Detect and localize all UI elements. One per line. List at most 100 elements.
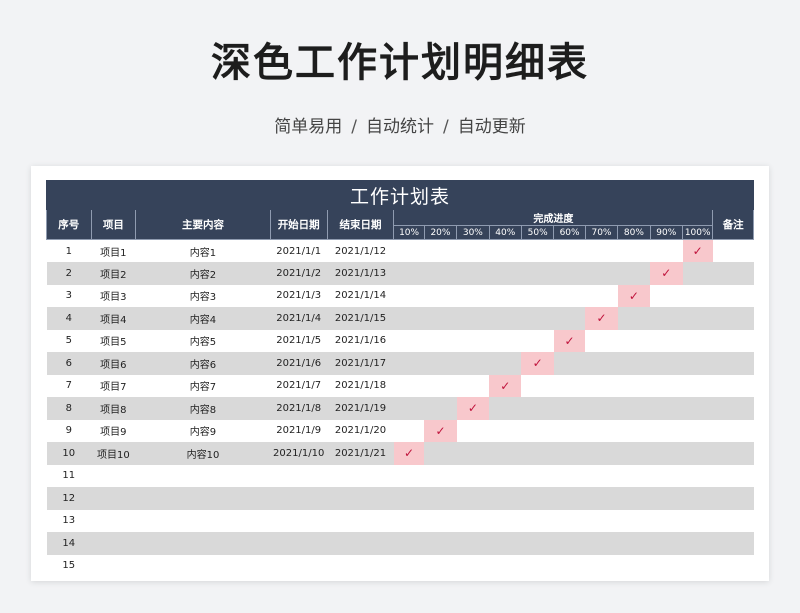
cell-progress[interactable] xyxy=(650,532,683,555)
cell-project[interactable]: 项目4 xyxy=(91,307,136,330)
cell-progress[interactable] xyxy=(650,352,683,375)
header-progress-level[interactable]: 40% xyxy=(488,225,522,240)
cell-progress[interactable] xyxy=(585,239,618,262)
cell-end-date[interactable]: 2021/1/20 xyxy=(327,419,394,442)
cell-progress[interactable] xyxy=(553,374,586,397)
header-progress-level[interactable]: 50% xyxy=(520,225,555,240)
cell-progress[interactable] xyxy=(489,262,522,285)
cell-seq[interactable]: 5 xyxy=(46,329,92,352)
cell-seq[interactable]: 4 xyxy=(46,307,92,330)
cell-end-date[interactable] xyxy=(327,487,394,510)
cell-progress[interactable] xyxy=(521,329,554,352)
cell-progress[interactable] xyxy=(393,352,425,375)
cell-progress[interactable] xyxy=(585,487,618,510)
cell-project[interactable]: 项目7 xyxy=(91,374,136,397)
cell-progress[interactable] xyxy=(521,419,554,442)
cell-seq[interactable]: 14 xyxy=(46,532,92,555)
cell-progress[interactable] xyxy=(682,487,713,510)
cell-end-date[interactable]: 2021/1/17 xyxy=(327,352,394,375)
cell-progress[interactable] xyxy=(682,352,713,375)
cell-progress[interactable] xyxy=(617,352,651,375)
cell-start-date[interactable]: 2021/1/8 xyxy=(270,397,328,420)
cell-progress[interactable] xyxy=(553,284,586,307)
cell-progress[interactable] xyxy=(456,329,490,352)
cell-progress[interactable] xyxy=(585,284,618,307)
cell-project[interactable]: 项目10 xyxy=(91,442,136,465)
cell-progress[interactable] xyxy=(617,374,651,397)
cell-progress[interactable] xyxy=(456,532,490,555)
cell-note[interactable] xyxy=(712,509,754,532)
cell-project[interactable]: 项目8 xyxy=(91,397,136,420)
cell-seq[interactable]: 1 xyxy=(46,239,92,262)
cell-progress[interactable] xyxy=(393,509,425,532)
cell-progress[interactable] xyxy=(424,374,457,397)
cell-progress[interactable] xyxy=(393,239,425,262)
cell-project[interactable]: 项目3 xyxy=(91,284,136,307)
cell-end-date[interactable]: 2021/1/16 xyxy=(327,329,394,352)
cell-progress[interactable] xyxy=(553,464,586,487)
cell-progress[interactable] xyxy=(393,262,425,285)
cell-content[interactable]: 内容4 xyxy=(135,307,271,330)
cell-progress[interactable] xyxy=(682,464,713,487)
cell-progress[interactable] xyxy=(489,284,522,307)
cell-progress[interactable] xyxy=(553,532,586,555)
cell-start-date[interactable] xyxy=(270,554,328,577)
cell-progress[interactable] xyxy=(521,284,554,307)
cell-progress[interactable] xyxy=(393,554,425,577)
cell-progress[interactable] xyxy=(521,397,554,420)
cell-progress[interactable] xyxy=(424,352,457,375)
cell-progress[interactable] xyxy=(424,554,457,577)
cell-progress[interactable] xyxy=(682,262,713,285)
cell-progress[interactable] xyxy=(521,509,554,532)
cell-start-date[interactable]: 2021/1/10 xyxy=(270,442,328,465)
cell-seq[interactable]: 10 xyxy=(46,442,92,465)
cell-progress[interactable] xyxy=(456,307,490,330)
header-progress[interactable]: 完成进度 xyxy=(393,209,714,226)
cell-start-date[interactable]: 2021/1/6 xyxy=(270,352,328,375)
cell-progress[interactable] xyxy=(585,419,618,442)
cell-note[interactable] xyxy=(712,532,754,555)
cell-progress[interactable] xyxy=(489,239,522,262)
cell-progress[interactable] xyxy=(585,509,618,532)
cell-progress[interactable] xyxy=(650,284,683,307)
cell-content[interactable]: 内容1 xyxy=(135,239,271,262)
cell-progress[interactable] xyxy=(393,284,425,307)
header-project[interactable]: 项目 xyxy=(90,209,137,240)
cell-start-date[interactable]: 2021/1/2 xyxy=(270,262,328,285)
cell-progress[interactable] xyxy=(489,329,522,352)
cell-progress[interactable] xyxy=(553,509,586,532)
cell-progress[interactable] xyxy=(585,374,618,397)
cell-start-date[interactable]: 2021/1/9 xyxy=(270,419,328,442)
cell-note[interactable] xyxy=(712,329,754,352)
cell-end-date[interactable] xyxy=(327,554,394,577)
cell-progress[interactable] xyxy=(682,397,713,420)
cell-progress[interactable] xyxy=(489,419,522,442)
cell-progress[interactable] xyxy=(682,374,713,397)
check-mark-icon[interactable]: ✓ xyxy=(424,419,457,442)
cell-progress[interactable] xyxy=(617,419,651,442)
cell-project[interactable]: 项目2 xyxy=(91,262,136,285)
cell-progress[interactable] xyxy=(489,307,522,330)
cell-progress[interactable] xyxy=(424,532,457,555)
cell-note[interactable] xyxy=(712,352,754,375)
header-progress-level[interactable]: 10% xyxy=(393,225,425,240)
cell-project[interactable] xyxy=(91,509,136,532)
cell-progress[interactable] xyxy=(617,487,651,510)
cell-progress[interactable] xyxy=(521,374,554,397)
cell-progress[interactable] xyxy=(393,419,425,442)
cell-progress[interactable] xyxy=(456,487,490,510)
cell-progress[interactable] xyxy=(489,442,522,465)
cell-start-date[interactable]: 2021/1/1 xyxy=(270,239,328,262)
cell-progress[interactable] xyxy=(424,487,457,510)
cell-end-date[interactable]: 2021/1/14 xyxy=(327,284,394,307)
cell-progress[interactable] xyxy=(424,307,457,330)
cell-content[interactable] xyxy=(135,554,271,577)
cell-project[interactable] xyxy=(91,554,136,577)
cell-note[interactable] xyxy=(712,239,754,262)
header-progress-level[interactable]: 20% xyxy=(423,225,458,240)
cell-progress[interactable] xyxy=(585,442,618,465)
cell-seq[interactable]: 8 xyxy=(46,397,92,420)
cell-progress[interactable] xyxy=(521,262,554,285)
cell-end-date[interactable] xyxy=(327,532,394,555)
cell-seq[interactable]: 11 xyxy=(46,464,92,487)
